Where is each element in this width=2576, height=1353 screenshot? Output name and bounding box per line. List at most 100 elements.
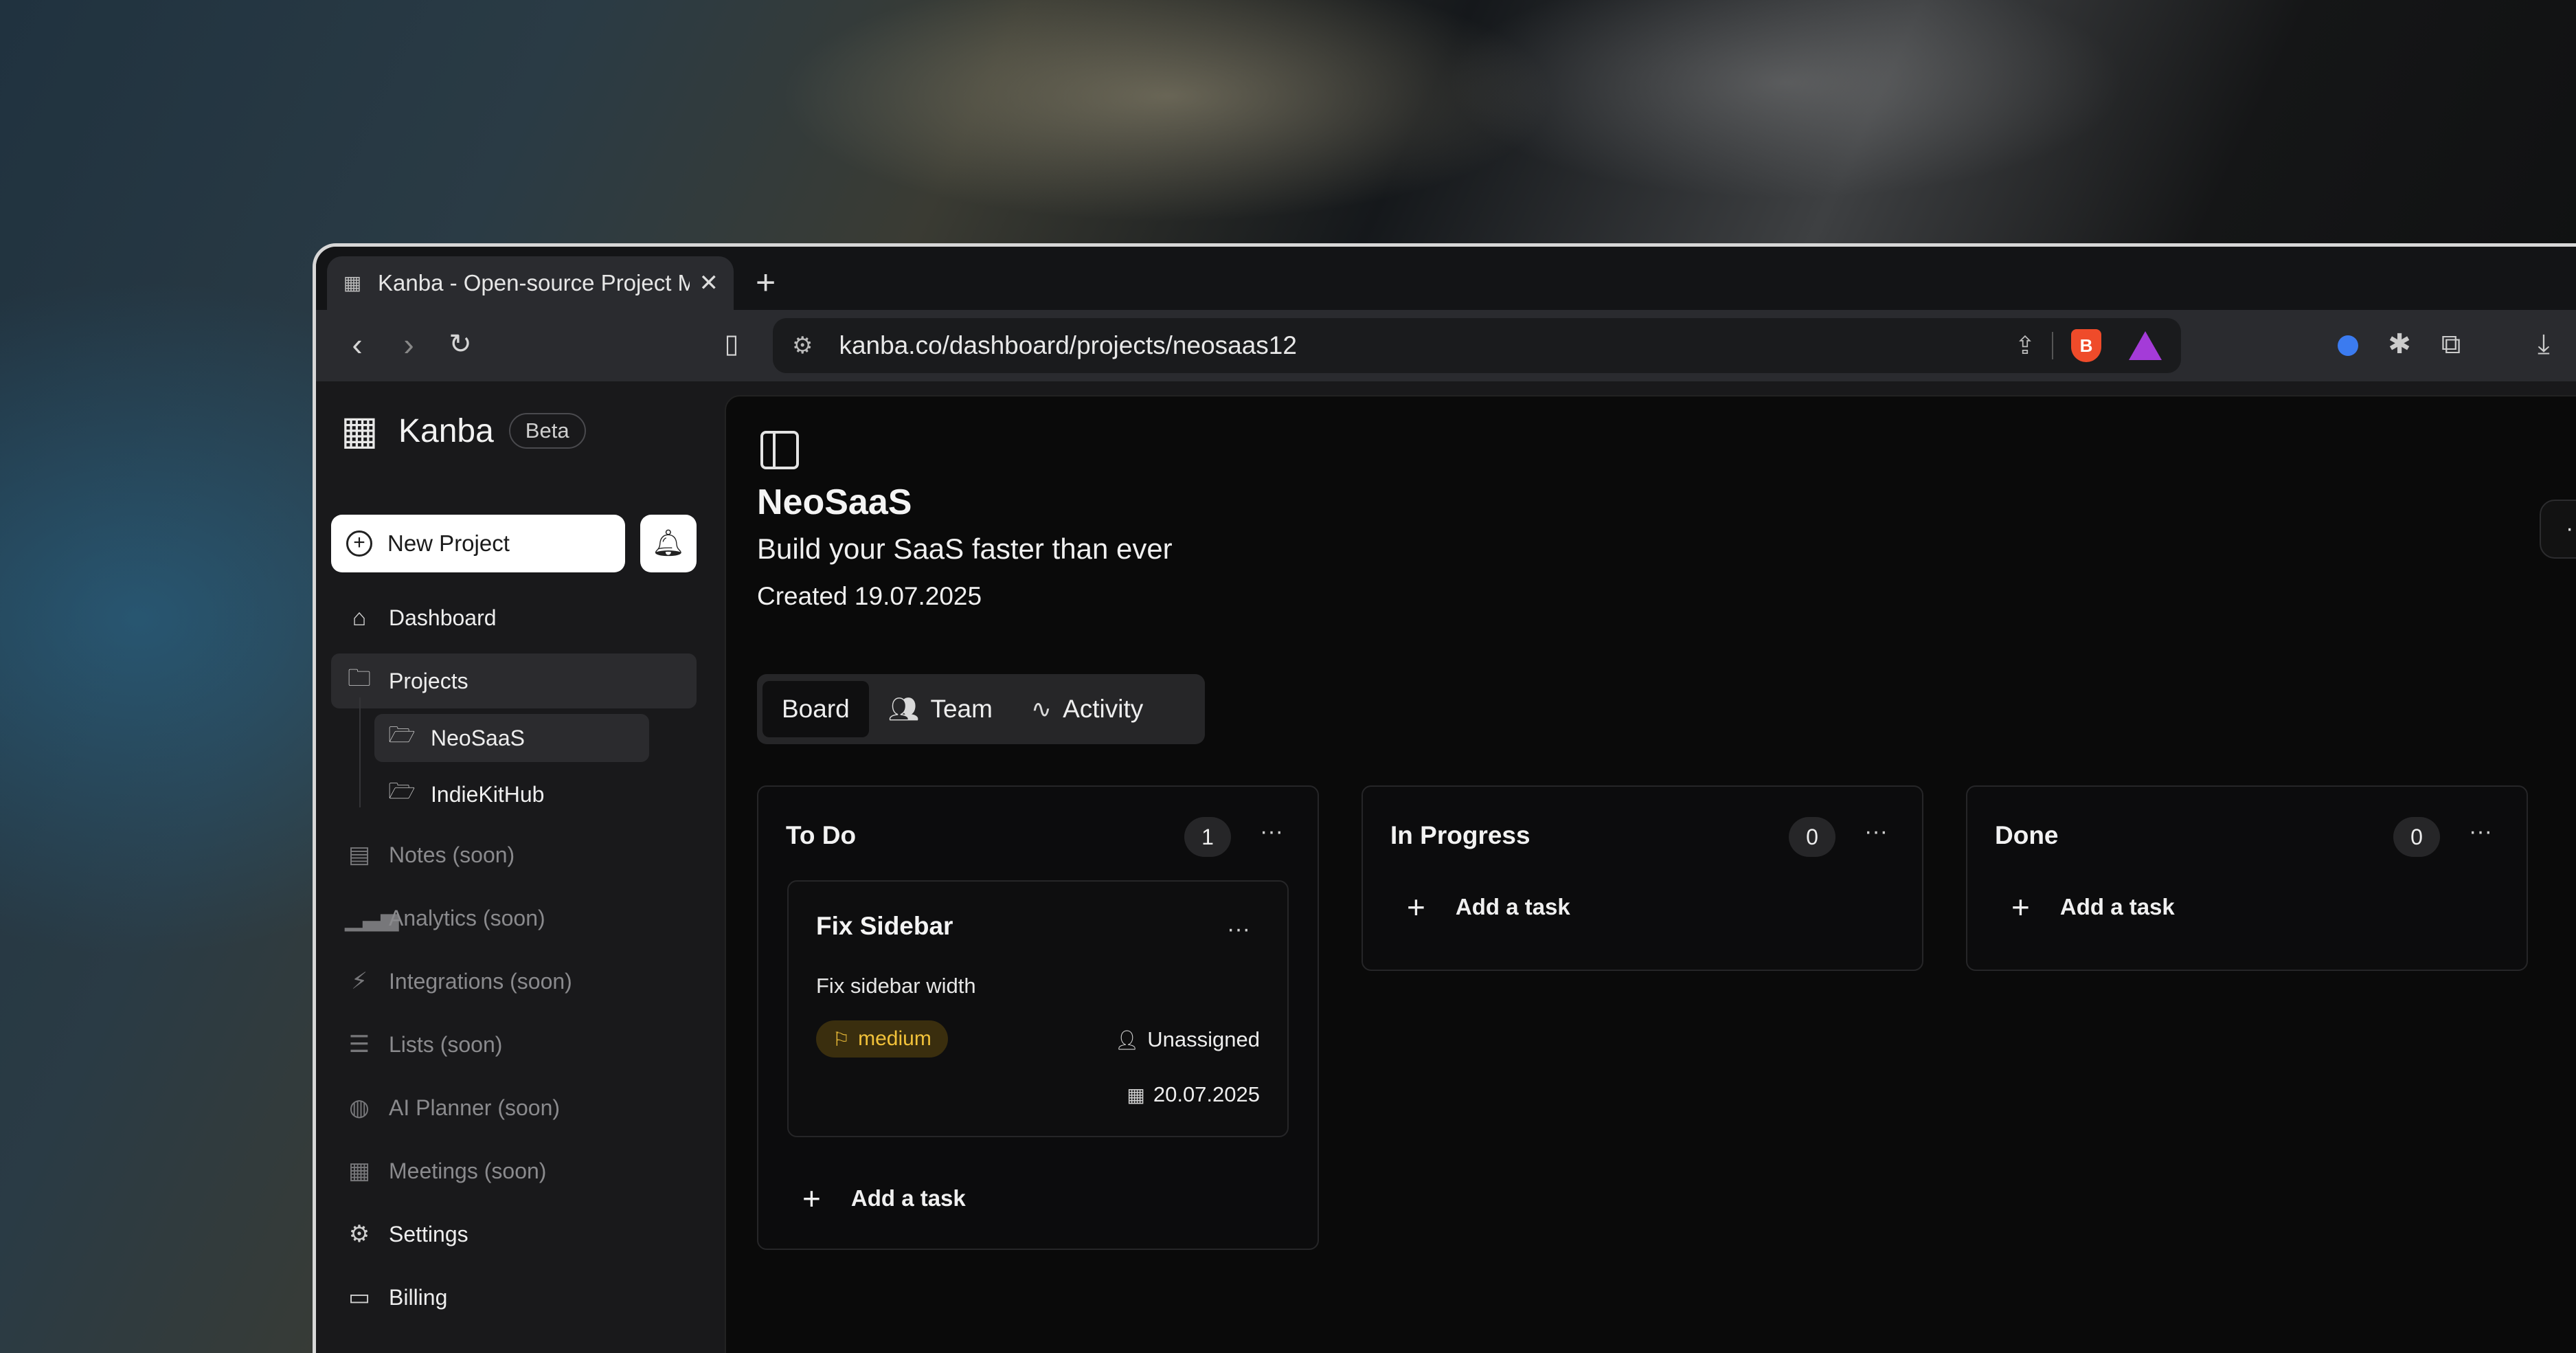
user-icon: 👤︎	[1114, 1029, 1140, 1051]
sidebar-item-notes[interactable]: ▤ Notes (soon)	[331, 827, 697, 882]
sidebar-item-meetings[interactable]: ▦ Meetings (soon)	[331, 1143, 697, 1198]
kanba-favicon-icon: ▦	[343, 272, 362, 293]
column-title: In Progress	[1390, 821, 1530, 849]
brave-rewards-icon[interactable]	[2129, 331, 2162, 360]
sidebar-item-label: Projects	[389, 668, 468, 693]
sidebar-item-dashboard[interactable]: ⌂ Dashboard	[331, 590, 697, 645]
sidebar-item-settings[interactable]: ⚙ Settings	[331, 1207, 697, 1262]
beta-badge: Beta	[508, 413, 586, 449]
browser-toolbar: ‹ › ↻ ▯ ⚙ kanba.co/dashboard/projects/ne…	[316, 310, 2576, 381]
users-icon: 👥︎	[888, 695, 920, 723]
column-menu-icon[interactable]: ···	[1260, 818, 1283, 845]
column-menu-icon[interactable]: ···	[1864, 818, 1888, 845]
kanba-logo-icon: ▦	[341, 408, 379, 453]
folder-icon: 🗀	[348, 664, 371, 691]
sidebar-item-label: Settings	[389, 1221, 468, 1246]
tab-strip: ▦ Kanba - Open-source Project Management…	[316, 247, 2576, 310]
tab-activity[interactable]: ∿ Activity	[1012, 681, 1162, 737]
board-column-done: Done 0 ··· + Add a task	[1966, 785, 2528, 971]
bell-icon: 🔔︎	[651, 529, 686, 558]
url-text[interactable]: kanba.co/dashboard/projects/neosaas12	[839, 331, 2014, 360]
project-tree-line	[359, 697, 361, 807]
sidebar-item-label: Analytics (soon)	[389, 905, 545, 930]
activity-icon: ∿	[1030, 695, 1052, 723]
add-task-button[interactable]: + Add a task	[1407, 888, 1570, 926]
address-bar[interactable]: ⚙ kanba.co/dashboard/projects/neosaas12 …	[773, 318, 2181, 373]
column-menu-icon[interactable]: ···	[2469, 818, 2492, 845]
project-more-button[interactable]: ···	[2540, 500, 2576, 559]
notes-icon: ▤	[348, 842, 371, 868]
add-task-button[interactable]: + Add a task	[802, 1180, 966, 1217]
extensions-icon[interactable]: ✱	[2380, 325, 2419, 364]
close-tab-icon[interactable]: ✕	[699, 269, 719, 297]
sidebar-item-analytics[interactable]: ▁▃▅ Analytics (soon)	[331, 891, 697, 946]
task-assignee: 👤︎ Unassigned	[1115, 1027, 1260, 1052]
share-icon[interactable]: ⇪	[2015, 331, 2035, 360]
forward-icon[interactable]: ›	[388, 324, 429, 365]
tab-team[interactable]: 👥︎ Team	[869, 681, 1012, 737]
sidebar-item-label: Meetings (soon)	[389, 1158, 547, 1183]
brain-icon: ◍	[349, 1095, 370, 1121]
new-project-label: New Project	[387, 530, 510, 556]
add-task-label: Add a task	[2059, 894, 2175, 919]
add-task-label: Add a task	[1455, 894, 1570, 919]
sidebar-item-label: AI Planner (soon)	[389, 1095, 561, 1120]
notifications-button[interactable]: 🔔︎	[640, 515, 697, 572]
browser-window: ▦ Kanba - Open-source Project Management…	[313, 243, 2576, 1353]
task-menu-icon[interactable]: ···	[1227, 916, 1250, 943]
folder-open-icon: 🗁	[388, 779, 416, 803]
project-description: Build your SaaS faster than ever	[757, 533, 1173, 565]
flag-icon: ⚐	[833, 1028, 850, 1050]
sidebar-project-neosaas[interactable]: 🗁 NeoSaaS	[374, 714, 649, 762]
vpn-icon[interactable]	[2329, 325, 2367, 364]
folder-open-icon: 🗁	[388, 722, 416, 747]
tab-label: Activity	[1063, 695, 1144, 723]
board-column-in-progress: In Progress 0 ··· + Add a task	[1362, 785, 1923, 971]
sidebar-item-billing[interactable]: ▭ Billing	[331, 1270, 697, 1325]
download-icon[interactable]: ⤓	[2524, 325, 2563, 364]
tab-label: Team	[930, 695, 993, 723]
sidebar-item-lists[interactable]: ☰ Lists (soon)	[331, 1017, 697, 1072]
sidebar-item-label: Notes (soon)	[389, 842, 515, 867]
priority-label: medium	[858, 1027, 931, 1050]
task-due-date: ▦ 20.07.2025	[1127, 1082, 1260, 1107]
board-column-todo: To Do 1 ··· Fix Sidebar ··· Fix sidebar …	[757, 785, 1319, 1250]
plus-icon: +	[802, 1181, 821, 1216]
tab-title: Kanba - Open-source Project Management	[378, 270, 690, 295]
credit-card-icon: ▭	[348, 1284, 371, 1310]
main-content: NeoSaaS Build your SaaS faster than ever…	[725, 395, 2576, 1353]
project-label: IndieKitHub	[431, 781, 545, 807]
add-task-label: Add a task	[850, 1185, 966, 1211]
brave-shields-icon[interactable]: B	[2071, 329, 2101, 362]
sidebar-item-projects[interactable]: 🗀 Projects	[331, 653, 697, 708]
sidebar-item-integrations[interactable]: ⚡︎ Integrations (soon)	[331, 954, 697, 1009]
bar-chart-icon: ▁▃▅	[345, 905, 399, 931]
sidebar-item-ai-planner[interactable]: ◍ AI Planner (soon)	[331, 1080, 697, 1135]
new-project-button[interactable]: + New Project	[331, 515, 625, 572]
brand[interactable]: ▦ Kanba Beta	[341, 409, 586, 453]
toolbar-divider	[2052, 332, 2053, 359]
tab-search-icon[interactable]: ⧉	[2432, 325, 2470, 364]
tab-board[interactable]: Board	[762, 681, 869, 737]
add-task-button[interactable]: + Add a task	[2011, 888, 2175, 926]
task-card[interactable]: Fix Sidebar ··· Fix sidebar width ⚐ medi…	[787, 880, 1289, 1137]
new-tab-button[interactable]: +	[756, 262, 776, 303]
plus-circle-icon: +	[346, 530, 372, 557]
list-icon: ☰	[348, 1031, 370, 1058]
back-icon[interactable]: ‹	[337, 324, 378, 365]
column-title: Done	[1995, 821, 2059, 849]
sidebar-project-indiekithub[interactable]: 🗁 IndieKitHub	[374, 770, 649, 818]
sidebar-item-label: Dashboard	[389, 605, 497, 630]
site-settings-icon[interactable]: ⚙	[792, 332, 813, 359]
tab-label: Board	[782, 695, 850, 723]
sidebar-item-label: Billing	[389, 1284, 448, 1310]
browser-tab[interactable]: ▦ Kanba - Open-source Project Management…	[327, 256, 734, 310]
calendar-icon: ▦	[348, 1158, 371, 1184]
bookmark-icon[interactable]: ▯	[711, 324, 752, 365]
plug-icon: ⚡︎	[351, 968, 368, 994]
task-title: Fix Sidebar	[816, 912, 953, 940]
reload-icon[interactable]: ↻	[440, 324, 481, 365]
column-task-count: 0	[1789, 817, 1835, 857]
toggle-sidebar-icon[interactable]	[760, 431, 799, 469]
priority-badge: ⚐ medium	[816, 1020, 948, 1058]
